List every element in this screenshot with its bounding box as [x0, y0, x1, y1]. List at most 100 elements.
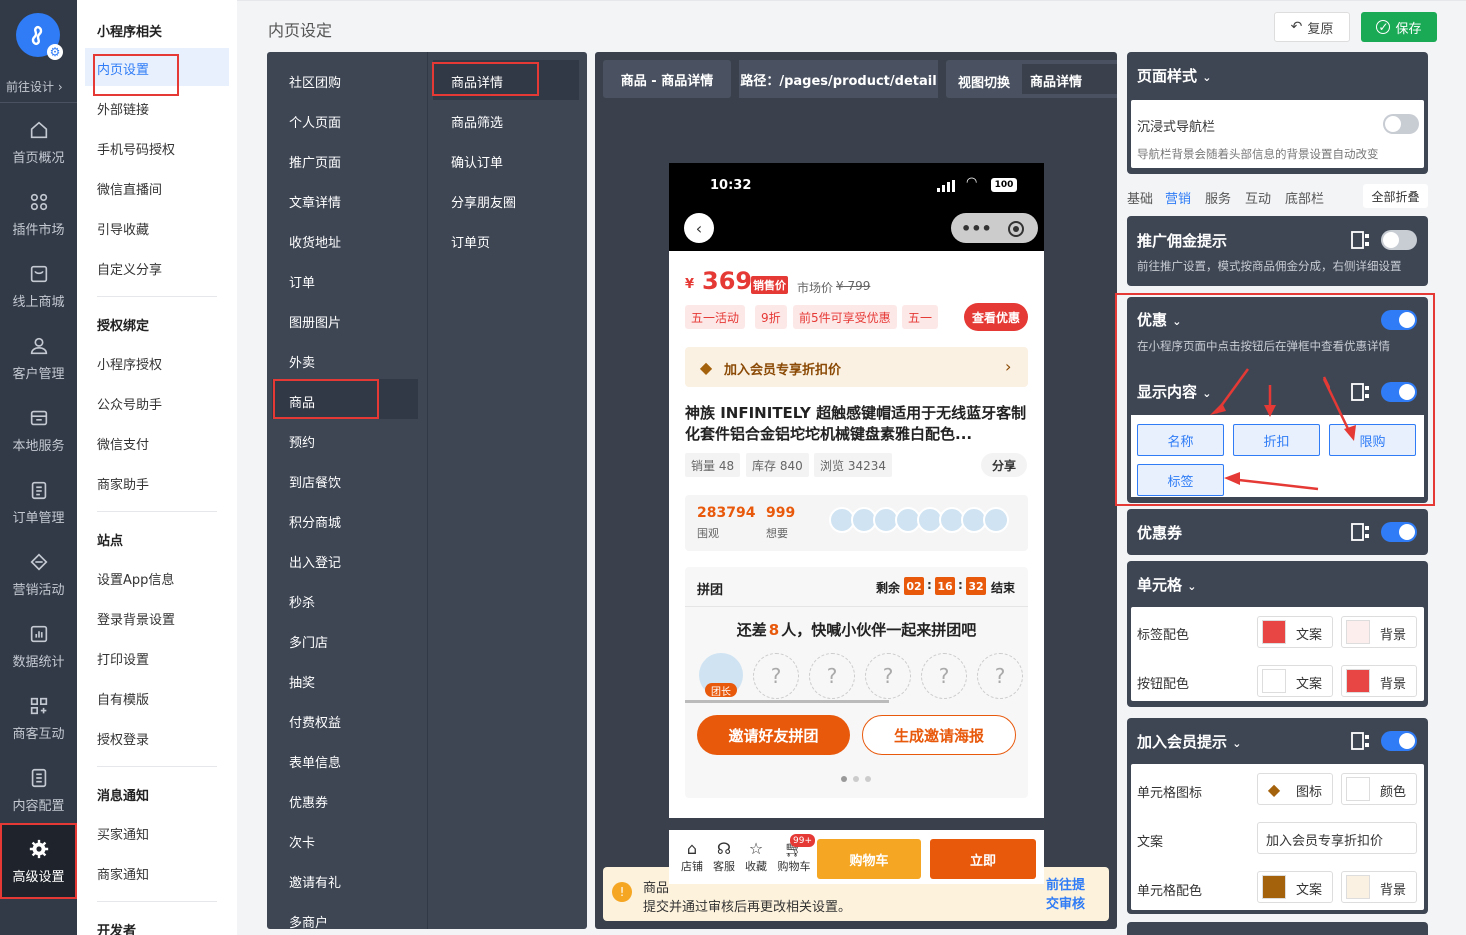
page-item[interactable]: 图册图片 — [289, 312, 341, 331]
promo-toggle[interactable] — [1381, 230, 1417, 250]
visibility-icon[interactable] — [1351, 231, 1371, 249]
rail-item-local[interactable]: 本地服务 — [0, 394, 77, 466]
menu-item-guide-favorite[interactable]: 引导收藏 — [97, 219, 149, 238]
immersive-nav-toggle[interactable] — [1383, 114, 1419, 134]
rail-item-customers[interactable]: 客户管理 — [0, 322, 77, 394]
menu-item-own-template[interactable]: 自有模版 — [97, 689, 149, 708]
page-item[interactable]: 积分商城 — [289, 512, 341, 531]
btn-text-color[interactable]: 文案 — [1257, 665, 1333, 697]
subpage-item-detail[interactable]: 商品详情 — [451, 72, 503, 91]
chip-limit[interactable]: 限购 — [1329, 424, 1416, 456]
menu-item-merchant-notice[interactable]: 商家通知 — [97, 864, 149, 883]
menu-item-app-info[interactable]: 设置App信息 — [97, 569, 174, 588]
menu-item-custom-share[interactable]: 自定义分享 — [97, 259, 162, 278]
rail-item-mall[interactable]: 线上商城 — [0, 250, 77, 322]
cell-title[interactable]: 单元格 ⌄ — [1137, 574, 1196, 595]
back-button[interactable]: ‹ — [684, 213, 714, 243]
page-item[interactable]: 次卡 — [289, 832, 315, 851]
subpage-item[interactable]: 订单页 — [451, 232, 490, 251]
btn-bg-color[interactable]: 背景 — [1341, 665, 1417, 697]
page-item[interactable]: 外卖 — [289, 352, 315, 371]
cell-text-color[interactable]: 文案 — [1257, 871, 1333, 903]
go-review-link[interactable]: 前往提交审核 — [1046, 876, 1090, 914]
chip-tag[interactable]: 标签 — [1137, 464, 1224, 496]
visibility-icon[interactable] — [1351, 523, 1371, 541]
tag-bg-color[interactable]: 背景 — [1341, 616, 1417, 648]
page-item[interactable]: 多门店 — [289, 632, 328, 651]
visibility-icon[interactable] — [1351, 383, 1371, 401]
rail-item-content[interactable]: 内容配置 — [0, 754, 77, 826]
bottom-favorite[interactable]: ☆ 收藏 — [743, 840, 769, 874]
app-logo[interactable]: ⚙ — [16, 13, 63, 60]
page-item[interactable]: 付费权益 — [289, 712, 341, 731]
rail-item-orders[interactable]: 订单管理 — [0, 466, 77, 538]
page-item[interactable]: 秒杀 — [289, 592, 315, 611]
menu-item-phone-auth[interactable]: 手机号码授权 — [97, 139, 175, 158]
page-item[interactable]: 订单 — [289, 272, 315, 291]
page-item[interactable]: 抽奖 — [289, 672, 315, 691]
page-item[interactable]: 收货地址 — [289, 232, 341, 251]
page-item-product[interactable]: 商品 — [289, 392, 315, 411]
collapse-all-button[interactable]: 全部折叠 — [1363, 184, 1428, 208]
page-item[interactable]: 文章详情 — [289, 192, 341, 211]
go-design-link[interactable]: 前往设计 › — [6, 78, 63, 95]
menu-item-print[interactable]: 打印设置 — [97, 649, 149, 668]
cell-icon-color[interactable]: 颜色 — [1341, 773, 1417, 805]
coupon-toggle[interactable] — [1381, 522, 1417, 542]
cell-bg-color[interactable]: 背景 — [1341, 871, 1417, 903]
see-discount-button[interactable]: 查看优惠 — [964, 303, 1028, 331]
bottom-service[interactable]: ☊ 客服 — [711, 840, 737, 874]
view-switch-select[interactable]: 商品详情 — [1022, 64, 1117, 94]
tag-text-color[interactable]: 文案 — [1257, 616, 1333, 648]
subpage-item[interactable]: 商品筛选 — [451, 112, 503, 131]
menu-item-login-bg[interactable]: 登录背景设置 — [97, 609, 175, 628]
buy-now-button[interactable]: 立即 — [930, 839, 1036, 879]
menu-item-inner-page[interactable]: 内页设置 — [97, 59, 149, 78]
page-item[interactable]: 优惠券 — [289, 792, 328, 811]
page-item[interactable]: 推广页面 — [289, 152, 341, 171]
menu-item-mp-auth[interactable]: 小程序授权 — [97, 354, 162, 373]
page-item[interactable]: 预约 — [289, 432, 315, 451]
slots-scrollbar[interactable] — [685, 700, 889, 703]
menu-item-external-link[interactable]: 外部链接 — [97, 99, 149, 118]
cell-icon-picker[interactable]: ◆ 图标 — [1257, 773, 1333, 805]
page-style-title[interactable]: 页面样式 ⌄ — [1137, 65, 1211, 86]
discount-title[interactable]: 优惠 ⌄ — [1137, 309, 1181, 330]
menu-item-merchant-helper[interactable]: 商家助手 — [97, 474, 149, 493]
subpage-item[interactable]: 确认订单 — [451, 152, 503, 171]
generate-poster-button[interactable]: 生成邀请海报 — [862, 715, 1016, 755]
invite-friends-button[interactable]: 邀请好友拼团 — [697, 715, 850, 755]
rail-item-home[interactable]: 首页概况 — [0, 106, 77, 178]
chip-name[interactable]: 名称 — [1137, 424, 1224, 456]
copy-input[interactable]: 加入会员专享折扣价 — [1257, 822, 1417, 854]
rail-item-marketing[interactable]: 营销活动 — [0, 538, 77, 610]
share-button[interactable]: 分享 — [981, 453, 1027, 477]
page-item[interactable]: 社区团购 — [289, 72, 341, 91]
tab-interaction[interactable]: 互动 — [1245, 188, 1271, 207]
subpage-item[interactable]: 分享朋友圈 — [451, 192, 516, 211]
bottom-shop[interactable]: ⌂ 店铺 — [679, 840, 705, 874]
display-content-toggle[interactable] — [1381, 382, 1417, 402]
restore-button[interactable]: ↶ 复原 — [1274, 12, 1350, 42]
tab-service[interactable]: 服务 — [1205, 188, 1231, 207]
chip-discount[interactable]: 折扣 — [1233, 424, 1320, 456]
page-item[interactable]: 到店餐饮 — [289, 472, 341, 491]
rail-item-advanced[interactable]: 高级设置 — [0, 823, 77, 899]
rail-item-interaction[interactable]: 商客互动 — [0, 682, 77, 754]
tab-basic[interactable]: 基础 — [1127, 188, 1153, 207]
add-to-cart-button[interactable]: 购物车 — [817, 839, 921, 879]
menu-item-live[interactable]: 微信直播间 — [97, 179, 162, 198]
page-item[interactable]: 出入登记 — [289, 552, 341, 571]
tab-marketing[interactable]: 营销 — [1165, 188, 1191, 207]
tab-bottom-bar[interactable]: 底部栏 — [1285, 188, 1324, 207]
rail-item-plugins[interactable]: 插件市场 — [0, 178, 77, 250]
member-toggle[interactable] — [1381, 731, 1417, 751]
menu-item-buyer-notice[interactable]: 买家通知 — [97, 824, 149, 843]
menu-item-oa-helper[interactable]: 公众号助手 — [97, 394, 162, 413]
visibility-icon[interactable] — [1351, 732, 1371, 750]
discount-toggle[interactable] — [1381, 310, 1417, 330]
save-button[interactable]: ✓ 保存 — [1361, 12, 1437, 42]
menu-item-auth-login[interactable]: 授权登录 — [97, 729, 149, 748]
menu-item-wechat-pay[interactable]: 微信支付 — [97, 434, 149, 453]
page-item[interactable]: 邀请有礼 — [289, 872, 341, 891]
